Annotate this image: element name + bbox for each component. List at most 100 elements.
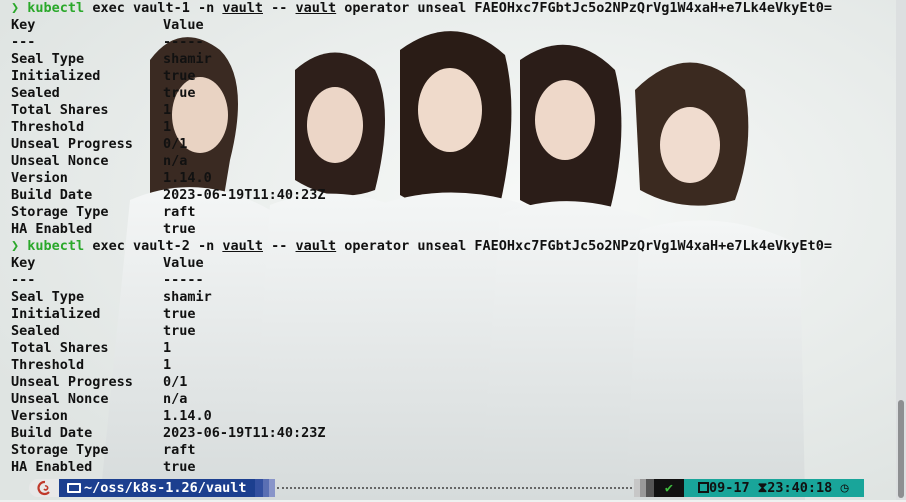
output-value: true <box>163 68 196 84</box>
status-segment: ✔ <box>654 479 684 497</box>
output-row: Version 1.14.0 <box>0 408 890 425</box>
command-rest: operator unseal FAEOHxc7FGbtJc5o2NPzQrVg… <box>336 0 832 16</box>
output-value: true <box>163 323 196 339</box>
path-segment: ~/oss/k8s-1.26/vault <box>59 479 257 497</box>
status-fade-3 <box>646 479 654 497</box>
output-key: Build Date <box>11 425 93 441</box>
prompt-chevron-icon: ❯ <box>11 238 20 254</box>
terminal-output: ❯ kubectl exec vault-1 -n vault -- vault… <box>0 0 890 500</box>
output-row: --- ----- <box>0 272 890 289</box>
output-value: shamir <box>163 289 212 305</box>
os-segment <box>29 479 59 497</box>
output-value: 1 <box>163 340 172 356</box>
command-args: exec vault-2 -n <box>84 238 223 254</box>
output-key: Threshold <box>11 357 85 373</box>
output-key: Total Shares <box>11 340 109 356</box>
output-key: Version <box>11 408 68 424</box>
output-row: Threshold 1 <box>0 119 890 136</box>
command-binary: vault <box>295 238 337 254</box>
output-value: n/a <box>163 391 188 407</box>
output-key: Sealed <box>11 323 60 339</box>
output-value: n/a <box>163 153 188 169</box>
output-value: ----- <box>163 272 204 288</box>
output-row: Sealed true <box>0 323 890 340</box>
check-icon: ✔ <box>664 480 674 496</box>
output-row: Seal Type shamir <box>0 289 890 306</box>
prompt-chevron-icon: ❯ <box>11 0 20 16</box>
output-key: Build Date <box>11 187 93 203</box>
output-key: HA Enabled <box>11 221 93 237</box>
output-row: HA Enabled true <box>0 221 890 238</box>
output-key: Key <box>11 17 36 33</box>
path-fade-3 <box>269 479 275 497</box>
output-row: Initialized true <box>0 306 890 323</box>
output-value: 1.14.0 <box>163 170 212 186</box>
current-path: ~/oss/k8s-1.26/vault <box>84 480 247 496</box>
output-key: Threshold <box>11 119 85 135</box>
debian-swirl-icon <box>37 480 50 496</box>
output-row: Unseal Progress 0/1 <box>0 374 890 391</box>
output-key: Initialized <box>11 306 101 322</box>
output-value: 1 <box>163 102 172 118</box>
output-key: Storage Type <box>11 204 109 220</box>
output-row: Unseal Nonce n/a <box>0 391 890 408</box>
output-row: Key Value <box>0 255 890 272</box>
output-row: Sealed true <box>0 85 890 102</box>
command-separator: -- <box>263 0 296 16</box>
output-row: Unseal Progress 0/1 <box>0 136 890 153</box>
output-value: Value <box>163 255 204 271</box>
output-value: ----- <box>163 34 204 50</box>
output-value: true <box>163 306 196 322</box>
prompt-filler <box>277 487 632 489</box>
output-row: Initialized true <box>0 68 890 85</box>
date-label: 09-17 <box>709 480 750 496</box>
output-row: Build Date 2023-06-19T11:40:23Z <box>0 425 890 442</box>
prompt-status-bar: ~/oss/k8s-1.26/vault ✔ 09-17 ⧗23:40:18 ◷ <box>0 479 890 497</box>
output-value: true <box>163 221 196 237</box>
output-row: Build Date 2023-06-19T11:40:23Z <box>0 187 890 204</box>
command-args: exec vault-1 -n <box>84 0 223 16</box>
datetime-segment: 09-17 ⧗23:40:18 ◷ <box>684 479 864 497</box>
folder-open-icon <box>67 483 81 493</box>
command-line: ❯ kubectl exec vault-1 -n vault -- vault… <box>0 0 890 17</box>
scrollbar-thumb[interactable] <box>898 400 904 498</box>
output-value: shamir <box>163 51 212 67</box>
output-value: raft <box>163 442 196 458</box>
output-row: Total Shares 1 <box>0 340 890 357</box>
output-row: Storage Type raft <box>0 442 890 459</box>
time-label: 23:40:18 <box>767 480 833 496</box>
command-rest: operator unseal FAEOHxc7FGbtJc5o2NPzQrVg… <box>336 238 832 254</box>
clock-icon: ◷ <box>840 480 849 496</box>
hourglass-icon: ⧗ <box>757 480 768 496</box>
command-namespace: vault <box>222 238 263 254</box>
output-key: Sealed <box>11 85 60 101</box>
output-key: Seal Type <box>11 51 85 67</box>
command-binary: vault <box>295 0 337 16</box>
output-row: HA Enabled true <box>0 459 890 476</box>
output-key: HA Enabled <box>11 459 93 475</box>
output-row: Threshold 1 <box>0 357 890 374</box>
command-line: ❯ kubectl exec vault-2 -n vault -- vault… <box>0 238 890 255</box>
output-row: Total Shares 1 <box>0 102 890 119</box>
command-separator: -- <box>263 238 296 254</box>
output-key: Unseal Nonce <box>11 153 109 169</box>
output-key: Storage Type <box>11 442 109 458</box>
output-value: Value <box>163 17 204 33</box>
output-key: Version <box>11 170 68 186</box>
output-value: 1.14.0 <box>163 408 212 424</box>
output-value: true <box>163 85 196 101</box>
command-name: kubectl <box>27 238 85 254</box>
output-key: Unseal Progress <box>11 374 133 390</box>
output-value: true <box>163 459 196 475</box>
output-value: 2023-06-19T11:40:23Z <box>163 425 326 441</box>
command-name: kubectl <box>27 0 85 16</box>
output-row: Version 1.14.0 <box>0 170 890 187</box>
path-fade-1 <box>255 479 263 497</box>
output-row: --- ----- <box>0 34 890 51</box>
output-key: --- <box>11 272 36 288</box>
calendar-icon <box>698 482 709 493</box>
output-key: Unseal Progress <box>11 136 133 152</box>
command-namespace: vault <box>222 0 263 16</box>
output-key: Key <box>11 255 36 271</box>
terminal-scrollbar[interactable] <box>896 0 906 500</box>
